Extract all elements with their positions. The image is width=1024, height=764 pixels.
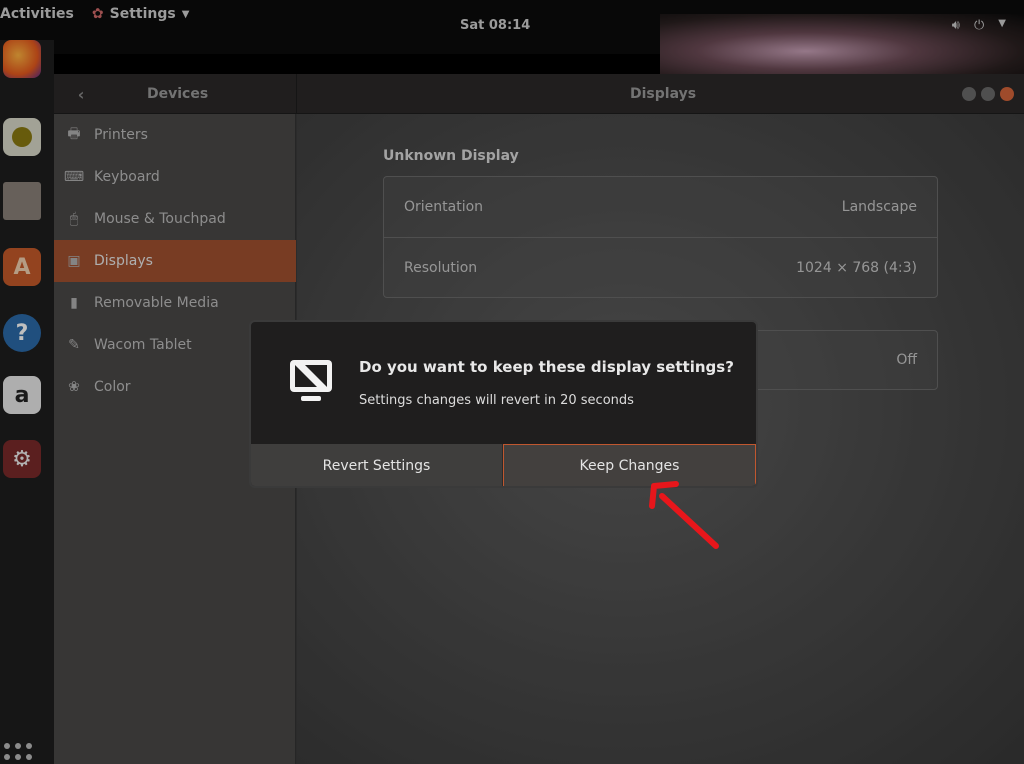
clock[interactable]: Sat 08:14 [460, 18, 530, 33]
mouse-icon: 🖱︎ [69, 211, 79, 227]
sidebar-item-label: Mouse & Touchpad [94, 211, 226, 227]
revert-settings-button[interactable]: Revert Settings [251, 444, 503, 486]
tablet-icon: ✎ [68, 337, 80, 353]
show-applications-icon[interactable] [4, 743, 32, 760]
power-icon: ⏻ [974, 18, 985, 33]
printer-icon: 🖶 [67, 126, 81, 142]
back-button[interactable]: ‹ [68, 82, 94, 106]
resolution-value: 1024 × 768 (4:3) [796, 259, 917, 276]
sidebar-title: Devices [147, 86, 209, 102]
title-divider [296, 74, 297, 114]
top-bar: Activities ✿ Settings ▼ Sat 08:14 🔊︎ ⏻ ▼ [0, 0, 1024, 76]
sidebar-item-label: Color [94, 379, 131, 395]
chevron-down-icon: ▼ [998, 18, 1006, 29]
help-icon[interactable]: ? [3, 314, 41, 352]
minimize-button[interactable] [962, 87, 976, 101]
chevron-down-icon: ▼ [181, 8, 190, 20]
sidebar-item-label: Printers [94, 127, 148, 143]
system-tray[interactable]: 🔊︎ ⏻ ▼ [952, 18, 1006, 33]
orientation-value: Landscape [841, 199, 917, 215]
software-icon[interactable]: A [3, 248, 41, 286]
keep-settings-dialog: Do you want to keep these display settin… [249, 320, 758, 488]
app-menu[interactable]: ✿ Settings ▼ [92, 6, 190, 22]
sidebar-item-removable-media[interactable]: ▮ Removable Media [54, 282, 296, 324]
window-controls [962, 87, 1014, 101]
dock: A ? a ⚙ [0, 40, 54, 764]
resolution-label: Resolution [404, 259, 478, 276]
volume-icon: 🔊︎ [951, 18, 960, 33]
dialog-heading: Do you want to keep these display settin… [359, 358, 734, 376]
sidebar-item-label: Keyboard [94, 169, 160, 185]
page-title: Displays [630, 86, 697, 102]
resolution-row[interactable]: Resolution 1024 × 768 (4:3) [384, 237, 937, 297]
sidebar-item-label: Displays [94, 253, 153, 269]
files-icon[interactable] [3, 182, 41, 220]
gear-icon: ✿ [91, 6, 104, 22]
color-icon: ❀ [68, 379, 80, 395]
display-settings-icon [290, 360, 332, 401]
display-name: Unknown Display [383, 148, 519, 164]
sidebar-item-keyboard[interactable]: ⌨ Keyboard [54, 156, 296, 198]
display-settings-panel: Orientation Landscape Resolution 1024 × … [383, 176, 938, 298]
sidebar-item-displays[interactable]: ▣ Displays [54, 240, 296, 282]
amazon-icon[interactable]: a [3, 376, 41, 414]
night-light-value: Off [896, 352, 917, 368]
display-icon: ▣ [67, 253, 81, 269]
activities-button[interactable]: Activities [0, 6, 74, 22]
firefox-icon[interactable] [3, 40, 41, 78]
settings-icon[interactable]: ⚙ [3, 440, 41, 478]
close-button[interactable] [1000, 87, 1014, 101]
keyboard-icon: ⌨ [63, 169, 85, 185]
sidebar-item-label: Wacom Tablet [94, 337, 192, 353]
sidebar-item-mouse[interactable]: 🖱︎ Mouse & Touchpad [54, 198, 296, 240]
dialog-countdown: Settings changes will revert in 20 secon… [359, 393, 634, 408]
title-bar: ‹ Devices Displays [54, 74, 1024, 114]
usb-icon: ▮ [70, 295, 78, 311]
maximize-button[interactable] [981, 87, 995, 101]
rhythmbox-icon[interactable] [3, 118, 41, 156]
orientation-row[interactable]: Orientation Landscape [384, 177, 937, 237]
chevron-left-icon: ‹ [77, 84, 85, 104]
app-menu-label: Settings [109, 6, 176, 22]
orientation-label: Orientation [404, 199, 484, 215]
sidebar-item-printers[interactable]: 🖶 Printers [54, 114, 296, 156]
sidebar-item-label: Removable Media [94, 295, 219, 311]
annotation-arrow-icon [649, 481, 719, 549]
